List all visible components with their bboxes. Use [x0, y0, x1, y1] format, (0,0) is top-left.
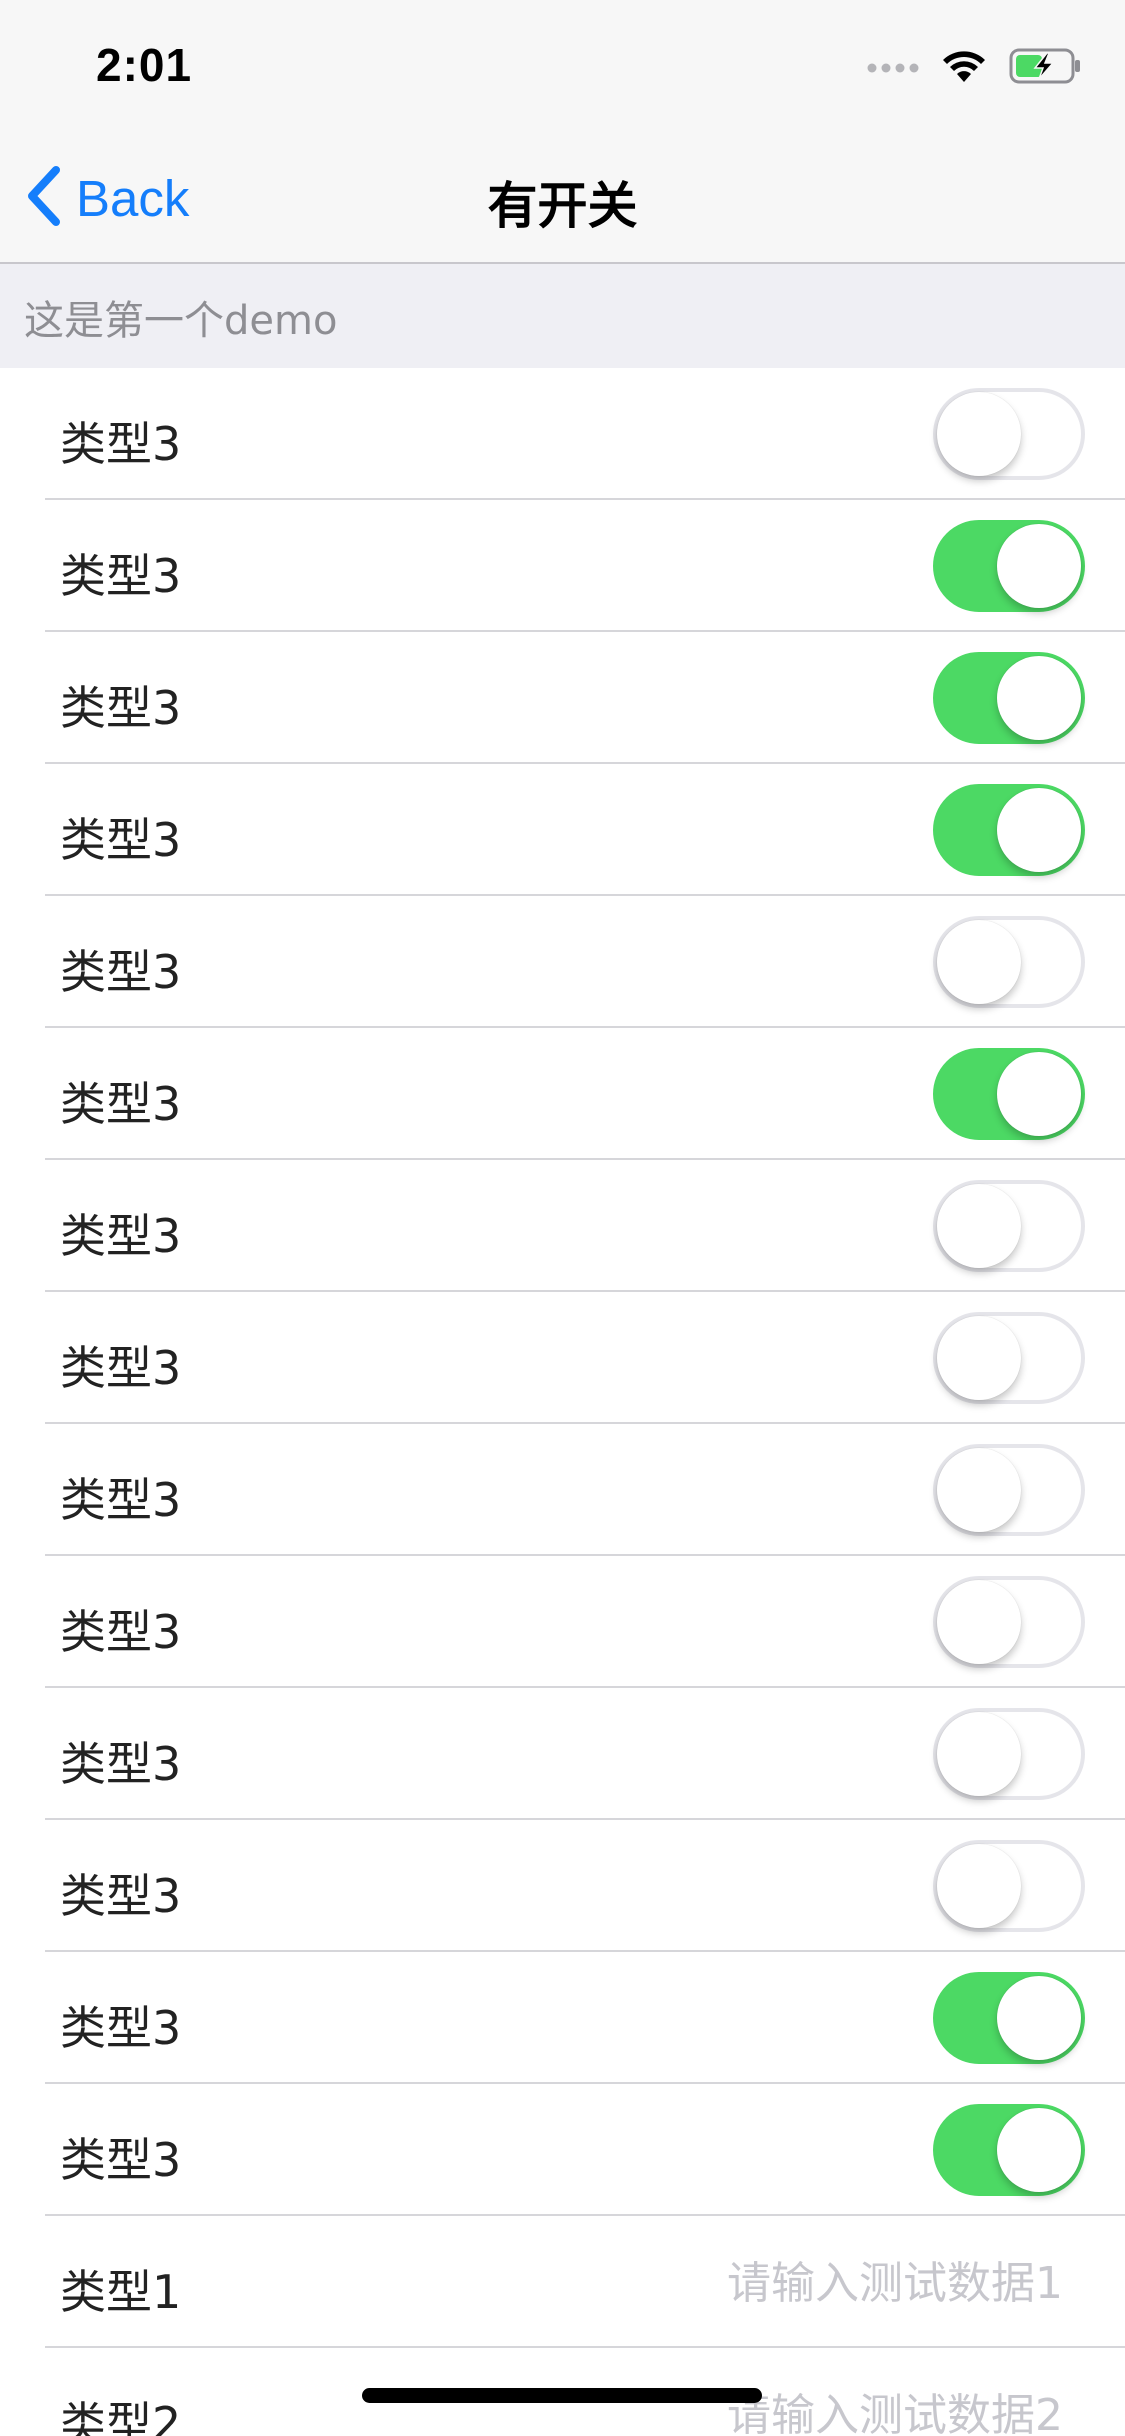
toggle-knob: [937, 920, 1021, 1004]
row-label: 类型1: [60, 2265, 182, 2319]
switch-row: 类型3: [0, 632, 1125, 764]
screen: 2:01 Back 有开关 这是第一个demo 类型3 类型3 类型3 类型3 …: [0, 0, 1125, 2436]
toggle-knob: [937, 1316, 1021, 1400]
row-label: 类型3: [60, 1737, 182, 1791]
row-label: 类型3: [60, 1341, 182, 1395]
toggle-switch[interactable]: [933, 1708, 1085, 1800]
toggle-knob: [937, 1844, 1021, 1928]
switch-row: 类型3: [0, 1688, 1125, 1820]
toggle-knob: [997, 1052, 1081, 1136]
status-time: 2:01: [96, 39, 193, 91]
toggle-knob: [937, 392, 1021, 476]
toggle-knob: [997, 524, 1081, 608]
toggle-knob: [997, 788, 1081, 872]
switch-row: 类型3: [0, 764, 1125, 896]
row-label: 类型3: [60, 2133, 182, 2187]
row-label: 类型3: [60, 1473, 182, 1527]
row-label: 类型3: [60, 1869, 182, 1923]
switch-row: 类型3: [0, 1028, 1125, 1160]
row-label: 类型3: [60, 681, 182, 735]
row-label: 类型3: [60, 945, 182, 999]
row-label: 类型3: [60, 1209, 182, 1263]
switch-row: 类型3: [0, 1952, 1125, 2084]
status-icons: [867, 46, 1083, 90]
switch-row: 类型3: [0, 1424, 1125, 1556]
switch-row: 类型3: [0, 368, 1125, 500]
toggle-switch[interactable]: [933, 1312, 1085, 1404]
toggle-knob: [937, 1712, 1021, 1796]
row-label: 类型3: [60, 417, 182, 471]
toggle-switch[interactable]: [933, 916, 1085, 1008]
toggle-switch[interactable]: [933, 1444, 1085, 1536]
input-row: 类型1: [0, 2216, 1125, 2348]
toggle-knob: [997, 656, 1081, 740]
wifi-icon: [941, 49, 987, 87]
switch-row: 类型3: [0, 1160, 1125, 1292]
signal-dots-icon: [867, 59, 919, 78]
row-label: 类型2: [60, 2397, 182, 2436]
switch-row: 类型3: [0, 2084, 1125, 2216]
section-header-text: 这是第一个demo: [24, 298, 338, 344]
toggle-switch[interactable]: [933, 1576, 1085, 1668]
switch-row: 类型3: [0, 1556, 1125, 1688]
toggle-switch[interactable]: [933, 1180, 1085, 1272]
switch-row: 类型3: [0, 1292, 1125, 1424]
toggle-knob: [937, 1184, 1021, 1268]
toggle-switch[interactable]: [933, 520, 1085, 612]
toggle-switch[interactable]: [933, 784, 1085, 876]
toggle-knob: [937, 1580, 1021, 1664]
toggle-knob: [997, 1976, 1081, 2060]
settings-list: 类型3 类型3 类型3 类型3 类型3 类型3 类型3 类型3 类型3 类型3 类型3 类型3 类型3 类…: [0, 368, 1125, 2436]
home-indicator[interactable]: [362, 2388, 762, 2403]
toggle-switch[interactable]: [933, 1972, 1085, 2064]
switch-row: 类型3: [0, 500, 1125, 632]
status-bar: 2:01: [0, 0, 1125, 132]
switch-row: 类型3: [0, 1820, 1125, 1952]
toggle-switch[interactable]: [933, 1840, 1085, 1932]
navigation-bar: Back 有开关: [0, 132, 1125, 264]
toggle-knob: [937, 1448, 1021, 1532]
text-input-field[interactable]: [501, 2250, 1065, 2316]
section-header: 这是第一个demo: [0, 264, 1125, 368]
page-title: 有开关: [487, 177, 638, 235]
row-label: 类型3: [60, 813, 182, 867]
row-label: 类型3: [60, 1605, 182, 1659]
toggle-switch[interactable]: [933, 2104, 1085, 2196]
row-label: 类型3: [60, 2001, 182, 2055]
toggle-switch[interactable]: [933, 1048, 1085, 1140]
row-label: 类型3: [60, 549, 182, 603]
row-label: 类型3: [60, 1077, 182, 1131]
toggle-switch[interactable]: [933, 652, 1085, 744]
switch-row: 类型3: [0, 896, 1125, 1028]
toggle-switch[interactable]: [933, 388, 1085, 480]
toggle-knob: [997, 2108, 1081, 2192]
battery-charging-icon: [1009, 48, 1083, 88]
